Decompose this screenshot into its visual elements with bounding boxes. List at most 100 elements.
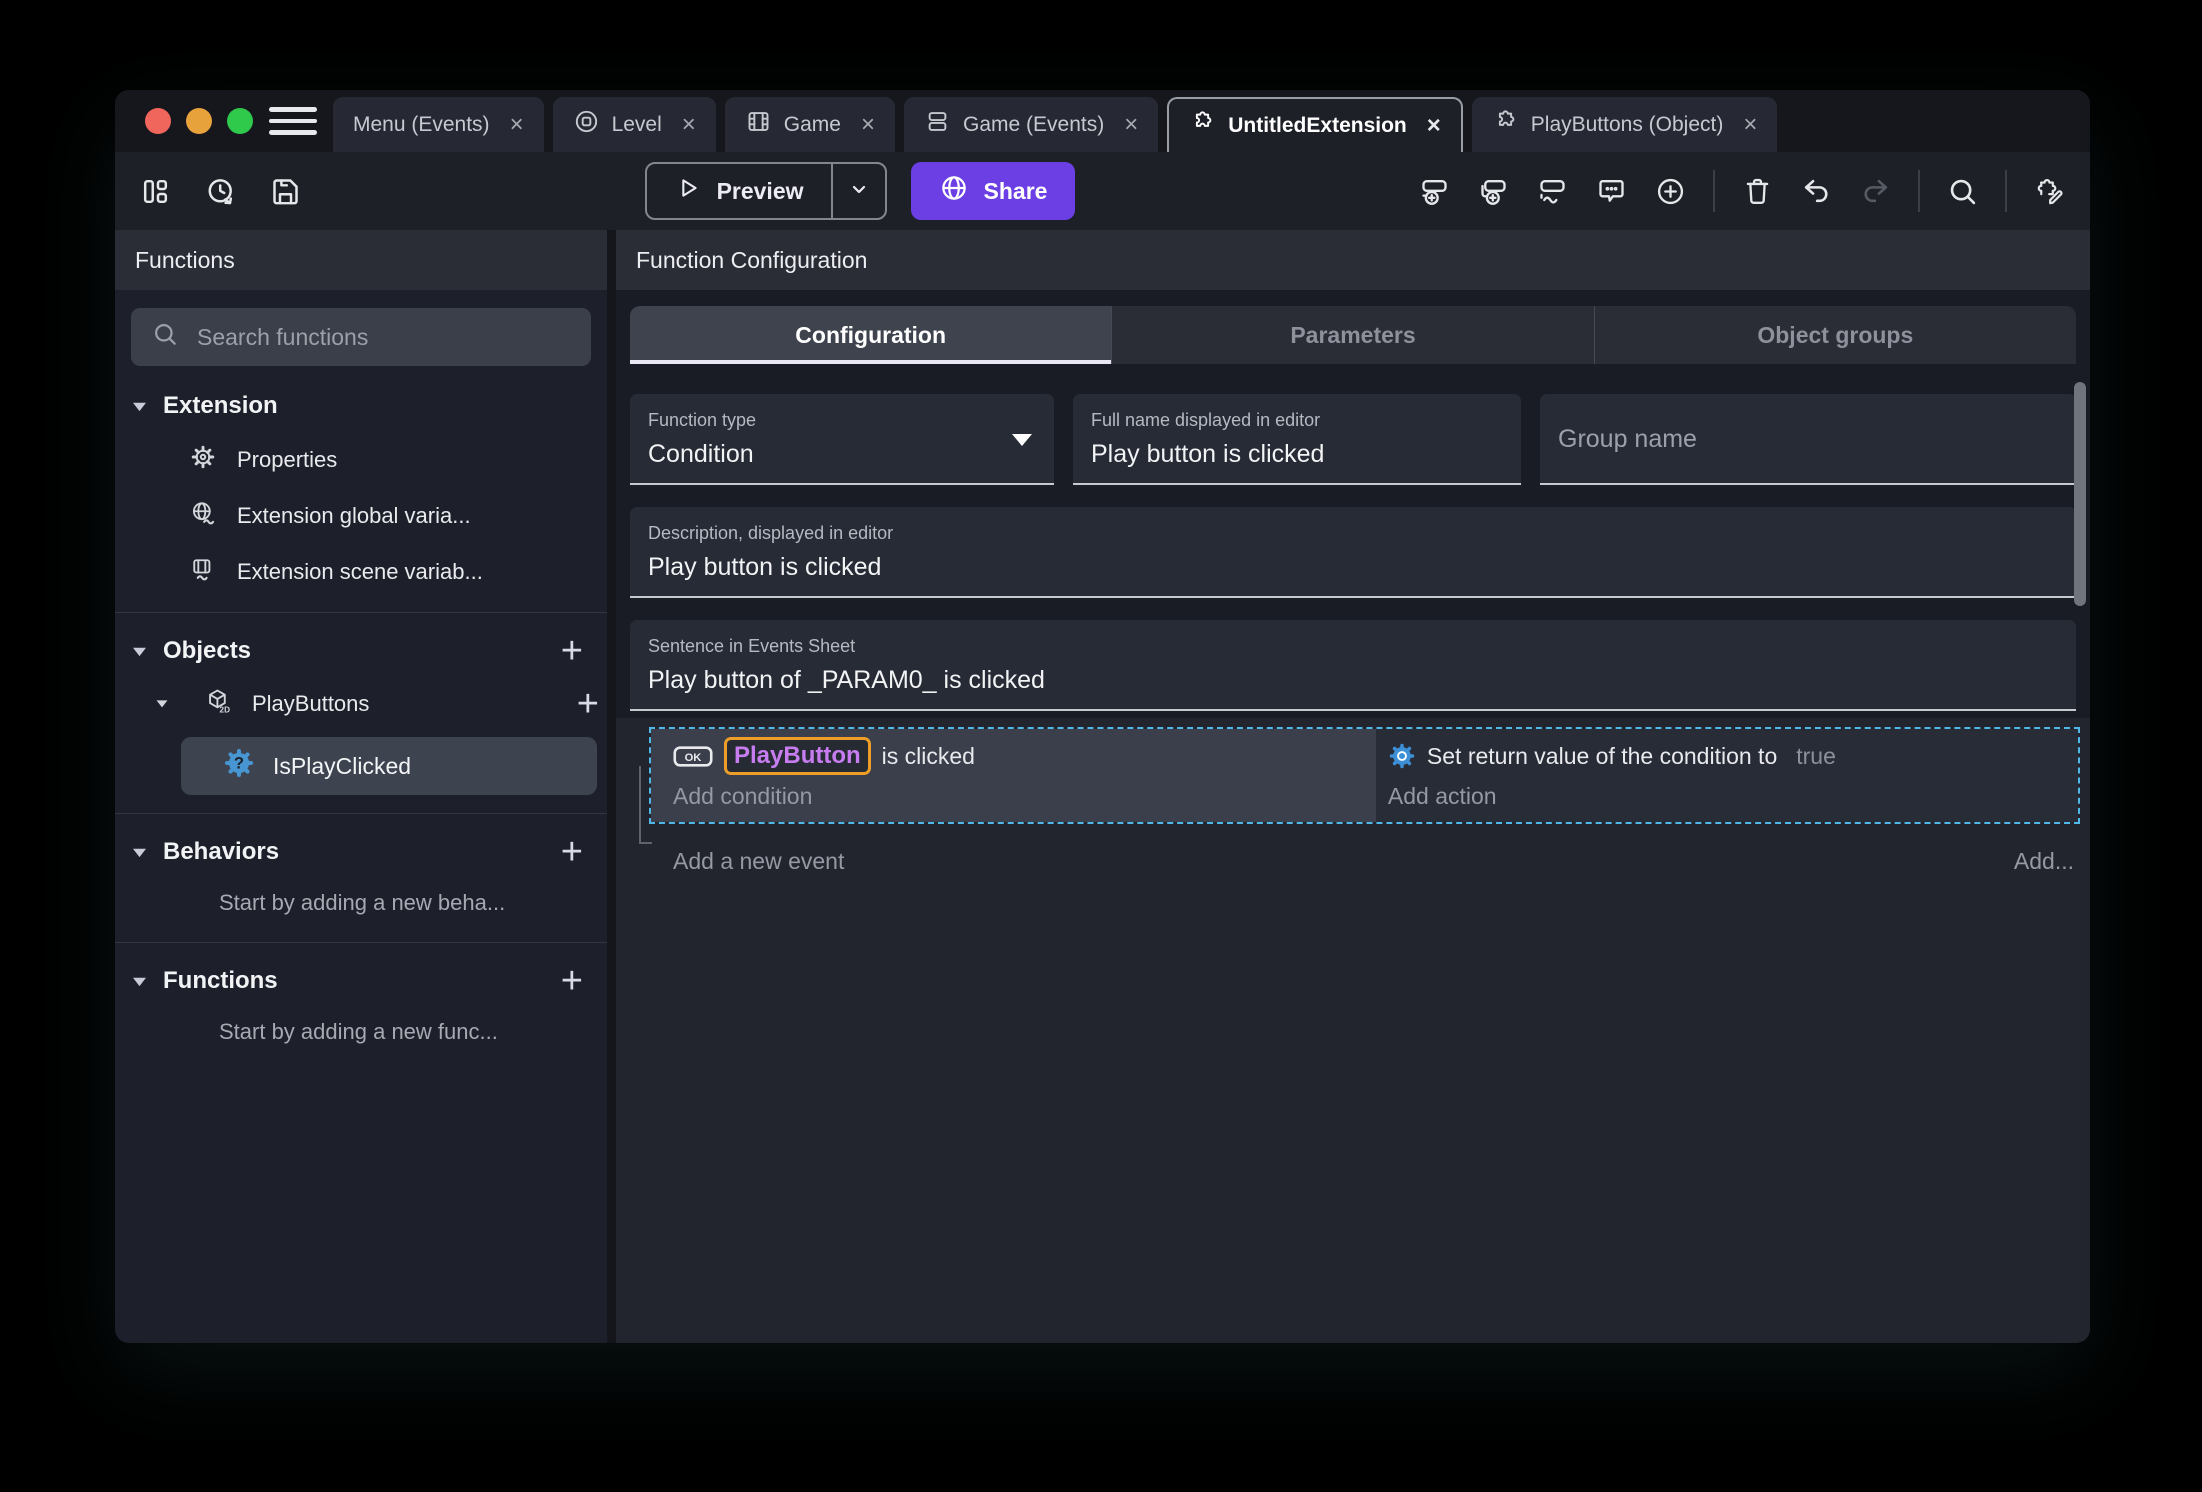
tab-level[interactable]: Level ×: [552, 97, 716, 152]
chevron-down-icon: [155, 698, 172, 711]
close-icon[interactable]: ×: [1427, 112, 1441, 140]
group-name-field[interactable]: Group name: [1540, 394, 2076, 485]
add-behavior-button[interactable]: +: [553, 833, 591, 871]
globe-variable-icon: [189, 499, 217, 533]
preview-options-button[interactable]: [830, 164, 885, 218]
svg-text:2D: 2D: [220, 706, 231, 715]
comment-icon[interactable]: [1595, 175, 1628, 208]
edit-extension-icon[interactable]: [2033, 175, 2066, 208]
sidebar-item-playbuttons[interactable]: 2D PlayButtons +: [115, 677, 607, 731]
film-icon: [745, 108, 772, 141]
tab-object-groups[interactable]: Object groups: [1593, 306, 2076, 364]
section-functions[interactable]: Functions +: [115, 955, 607, 1007]
sidebar-item-extension-global-variables[interactable]: Extension global varia...: [115, 488, 607, 544]
field-value: Condition: [648, 440, 754, 468]
tab-playbuttons-object[interactable]: PlayButtons (Object) ×: [1471, 97, 1778, 152]
project-manager-icon[interactable]: [139, 175, 172, 208]
gear-icon: [189, 443, 217, 477]
close-icon[interactable]: ×: [682, 111, 696, 139]
undo-icon[interactable]: [1800, 175, 1833, 208]
redo-icon[interactable]: [1859, 175, 1892, 208]
add-object-button[interactable]: +: [553, 632, 591, 670]
sidebar-title: Functions: [115, 230, 607, 290]
sentence-field[interactable]: Sentence in Events Sheet Play button of …: [630, 620, 2076, 711]
sidebar-item-properties[interactable]: Properties: [115, 432, 607, 488]
sidebar-divider: [115, 942, 607, 943]
full-name-field[interactable]: Full name displayed in editor Play butto…: [1073, 394, 1521, 485]
function-configuration-panel: Function Configuration Configuration Par…: [616, 230, 2090, 1343]
action-gear-icon: [1388, 742, 1416, 770]
description-field[interactable]: Description, displayed in editor Play bu…: [630, 507, 2076, 598]
tab-menu-events[interactable]: Menu (Events) ×: [333, 97, 544, 152]
toolbar-separator: [1713, 170, 1716, 212]
object-2d-icon: 2D: [204, 687, 232, 721]
tab-game-events[interactable]: Game (Events) ×: [904, 97, 1159, 152]
close-icon[interactable]: ×: [510, 111, 524, 139]
preview-button[interactable]: Preview: [644, 162, 887, 220]
field-placeholder: Group name: [1558, 425, 1697, 453]
tab-parameters[interactable]: Parameters: [1111, 306, 1594, 364]
main-toolbar: Preview Share: [115, 152, 2090, 230]
section-extension[interactable]: Extension: [115, 380, 607, 432]
globe-icon: [939, 173, 969, 209]
function-type-select[interactable]: Function type Condition: [630, 394, 1054, 485]
form-scrollbar[interactable]: [2074, 382, 2086, 606]
sidebar-item-isplayclicked[interactable]: ? IsPlayClicked: [181, 737, 597, 795]
add-other-events-icon[interactable]: [1536, 175, 1569, 208]
functions-empty-hint: Start by adding a new func...: [219, 1019, 498, 1044]
tab-untitled-extension[interactable]: UntitledExtension ×: [1167, 97, 1463, 152]
action-value[interactable]: true: [1796, 743, 1836, 770]
search-placeholder: Search functions: [197, 323, 369, 350]
close-icon[interactable]: ×: [861, 111, 875, 139]
field-value: Play button is clicked: [1091, 440, 1325, 468]
add-subevent-icon[interactable]: [1477, 175, 1510, 208]
close-icon[interactable]: ×: [1743, 111, 1757, 139]
section-behaviors[interactable]: Behaviors +: [115, 826, 607, 878]
condition-object-chip[interactable]: PlayButton: [724, 737, 871, 775]
tab-label: Menu (Events): [353, 112, 490, 136]
main-menu-icon[interactable]: [269, 90, 317, 152]
add-new-event-link[interactable]: Add a new event: [673, 848, 844, 875]
add-circle-icon[interactable]: [1654, 175, 1687, 208]
event-row[interactable]: OK PlayButton is clicked Add condition S…: [649, 727, 2080, 824]
tab-label: UntitledExtension: [1228, 113, 1407, 137]
item-label: Extension global varia...: [237, 503, 471, 528]
tab-configuration[interactable]: Configuration: [630, 306, 1112, 364]
close-icon[interactable]: ×: [1124, 111, 1138, 139]
configuration-form: Function type Condition Full name displa…: [616, 364, 2090, 711]
close-window-button[interactable]: [145, 108, 171, 134]
version-history-icon[interactable]: [204, 175, 237, 208]
events-sheet-icon: [924, 108, 951, 141]
search-functions-input[interactable]: Search functions: [131, 308, 591, 366]
chevron-down-icon: [131, 975, 148, 988]
sidebar-divider: [115, 612, 607, 613]
add-event-icon[interactable]: [1418, 175, 1451, 208]
toolbar-separator: [2005, 170, 2008, 212]
share-button[interactable]: Share: [910, 162, 1076, 220]
scene-variable-icon: [189, 555, 217, 589]
behaviors-empty-hint: Start by adding a new beha...: [219, 890, 506, 915]
add-condition-link[interactable]: Add condition: [673, 783, 1376, 810]
add-function-button[interactable]: +: [553, 962, 591, 1000]
delete-icon[interactable]: [1741, 175, 1774, 208]
field-label: Description, displayed in editor: [648, 523, 894, 543]
section-objects[interactable]: Objects +: [115, 625, 607, 677]
tab-label: PlayButtons (Object): [1530, 112, 1724, 136]
item-label: Extension scene variab...: [237, 559, 483, 584]
tab-game[interactable]: Game ×: [724, 97, 895, 152]
save-icon[interactable]: [269, 175, 302, 208]
minimize-window-button[interactable]: [186, 108, 212, 134]
add-object-function-button[interactable]: +: [569, 685, 607, 723]
add-more-link[interactable]: Add...: [2014, 848, 2074, 875]
events-sheet: OK PlayButton is clicked Add condition S…: [616, 718, 2090, 1343]
event-actions: Set return value of the condition to tru…: [1375, 729, 2078, 822]
configuration-tabs: Configuration Parameters Object groups: [630, 306, 2076, 364]
panel-title: Function Configuration: [616, 230, 2090, 290]
scene-icon: [573, 108, 600, 141]
sidebar-item-extension-scene-variables[interactable]: Extension scene variab...: [115, 544, 607, 600]
search-icon[interactable]: [1946, 175, 1979, 208]
maximize-window-button[interactable]: [227, 108, 253, 134]
button-object-icon: OK: [673, 743, 713, 770]
dropdown-arrow-icon: [1012, 433, 1032, 446]
add-action-link[interactable]: Add action: [1388, 783, 2078, 810]
